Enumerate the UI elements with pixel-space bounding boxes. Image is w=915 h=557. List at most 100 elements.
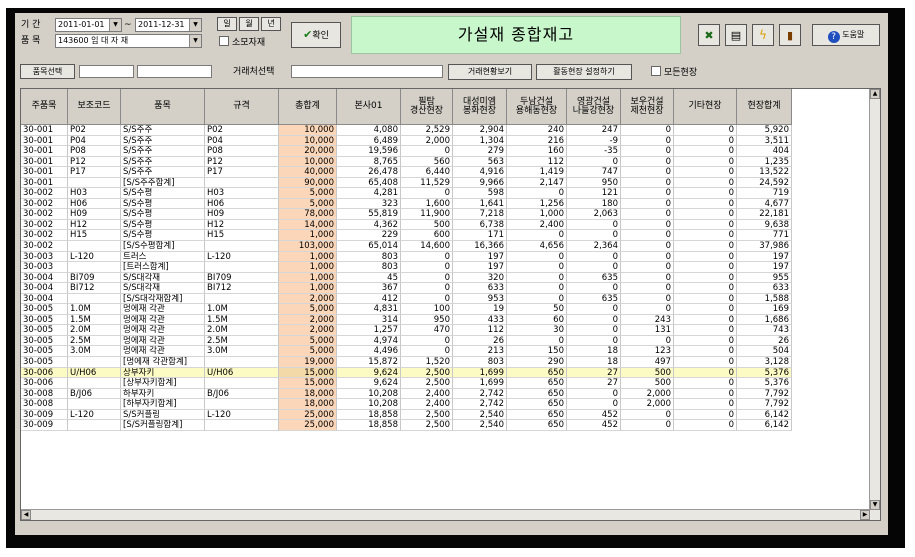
date-from-select[interactable]: 2011-01-01 ▼: [55, 18, 122, 32]
table-row[interactable]: 30-002 H06 S/S수평 H06 5,000 323 1,600 1,641 1,256…: [21, 198, 792, 210]
column-header[interactable]: 품목: [121, 89, 205, 125]
table-cell: 18,000: [279, 399, 337, 410]
column-header[interactable]: 대성미엠 봉화현장: [453, 89, 507, 125]
item-select-button[interactable]: 품목선택: [20, 64, 75, 79]
table-cell: 0: [674, 156, 737, 168]
horizontal-scrollbar[interactable]: ◀ ▶: [21, 509, 870, 520]
table-row[interactable]: 30-005 3.0M 멍에재 각관 3.0M 5,000 4,496 0 213 150 18 1…: [21, 346, 792, 358]
column-header[interactable]: 두남건설 용해동현장: [507, 89, 567, 125]
table-row[interactable]: 30-006 [상부자키합계] 15,000 9,624 2,500 1,699 650 27…: [21, 378, 792, 389]
table-row[interactable]: 30-001 P04 S/S주주 P04 10,000 6,489 2,000 1,304 21…: [21, 135, 792, 147]
table-cell: -35: [567, 146, 621, 157]
column-header[interactable]: 규격: [205, 89, 279, 125]
table-row[interactable]: 30-003 [트러스합계] 1,000 803 0 197 0 0 0 0 197: [21, 262, 792, 273]
period-day-button[interactable]: 일: [217, 17, 237, 31]
consumable-checkbox[interactable]: 소모자재: [219, 36, 265, 49]
table-cell: 26: [453, 335, 507, 347]
column-header[interactable]: 필탐 경산현장: [401, 89, 453, 125]
table-cell: 4,496: [337, 346, 401, 358]
period-month-button[interactable]: 월: [239, 17, 259, 31]
scroll-up-icon[interactable]: ▲: [870, 89, 880, 99]
table-row[interactable]: 30-005 1.5M 멍에재 각관 1.5M 2,000 314 950 433 60 0 243…: [21, 314, 792, 326]
table-row[interactable]: 30-008 [하부자키합계] 18,000 10,208 2,400 2,742 650 0…: [21, 399, 792, 410]
table-row[interactable]: 30-005 2.5M 멍에재 각관 2.5M 5,000 4,974 0 26 0 0 0 0 26: [21, 335, 792, 347]
column-header[interactable]: 보우건설 제천현장: [621, 89, 674, 125]
table-cell: 803: [453, 357, 507, 368]
chevron-down-icon[interactable]: ▼: [189, 35, 201, 47]
client-input[interactable]: [291, 65, 443, 78]
all-sites-checkbox-label: 모든현장: [664, 68, 698, 78]
table-cell: S/S수평: [121, 188, 205, 199]
scroll-right-icon[interactable]: ▶: [860, 510, 870, 520]
table-cell: 멍에재 각관: [121, 304, 205, 315]
column-header[interactable]: 현장합계: [737, 89, 792, 125]
table-cell: 112: [453, 325, 507, 336]
table-row[interactable]: 30-002 H09 S/S수평 H09 78,000 55,819 11,900 7,218…: [21, 209, 792, 220]
table-cell: 2,529: [401, 125, 453, 136]
column-header[interactable]: 보조코드: [68, 89, 121, 125]
all-sites-checkbox[interactable]: 모든현장: [651, 66, 697, 79]
print-icon[interactable]: ▤: [725, 24, 747, 46]
chevron-down-icon[interactable]: ▼: [189, 19, 201, 31]
table-cell: 4,281: [337, 188, 401, 199]
column-header[interactable]: 주품목: [21, 89, 68, 125]
table-row[interactable]: 30-001 [S/S주주합계] 90,000 65,408 11,529 9,966 2,…: [21, 177, 792, 189]
scroll-down-icon[interactable]: ▼: [870, 500, 880, 510]
table-row[interactable]: 30-008 B/J06 하부자키 B/J06 18,000 10,208 2,400 2,7…: [21, 388, 792, 400]
table-row[interactable]: 30-009 [S/S커플링합계] 25,000 18,858 2,500 2,540 65…: [21, 420, 792, 431]
table-row[interactable]: 30-006 U/H06 상부자키 U/H06 15,000 9,624 2,500 1,69…: [21, 367, 792, 379]
column-header[interactable]: 영광건설 나들강현장: [567, 89, 621, 125]
table-row[interactable]: 30-005 1.0M 멍에재 각관 1.0M 5,000 4,831 100 19 50 0 0 0…: [21, 304, 792, 315]
table-row[interactable]: 30-005 [멍에재 각관합계] 19,000 15,872 1,520 803 290 1…: [21, 357, 792, 368]
table-cell: 5,000: [279, 198, 337, 210]
table-row[interactable]: 30-001 P08 S/S주주 P08 20,000 19,596 0 279 160 -35 0…: [21, 146, 792, 157]
table-row[interactable]: 30-002 H15 S/S수평 H15 1,000 229 600 171 0 0 0 0 771: [21, 230, 792, 242]
table-cell: 0: [401, 346, 453, 358]
item-name-input[interactable]: [137, 65, 212, 78]
column-header[interactable]: 기타현장: [674, 89, 737, 125]
item-code-input[interactable]: [79, 65, 134, 78]
exit-icon[interactable]: ▮: [779, 24, 801, 46]
active-site-button[interactable]: 활동현장 설정하기: [536, 64, 632, 80]
vertical-scrollbar[interactable]: ▲ ▼: [869, 89, 880, 520]
category-select[interactable]: 143600 임 대 자 재 ▼: [55, 34, 202, 48]
help-button[interactable]: ? 도움말: [812, 24, 880, 46]
date-to-select[interactable]: 2011-12-31 ▼: [135, 18, 202, 32]
table-row[interactable]: 30-002 [S/S수평합계] 103,000 65,014 14,600 16,366…: [21, 241, 792, 252]
table-row[interactable]: 30-001 P12 S/S주주 P12 10,000 8,765 560 563 112 0 0 0…: [21, 156, 792, 168]
table-row[interactable]: 30-001 P02 S/S주주 P02 10,000 4,080 2,529 2,904 24…: [21, 125, 792, 136]
period-year-button[interactable]: 년: [261, 17, 281, 31]
inventory-table[interactable]: 주품목 보조코드 품목 규격 총합계 본사01 필탐 경산현장 대성미엠 봉화현장 두남건설 용…: [20, 88, 881, 521]
scroll-left-icon[interactable]: ◀: [21, 510, 31, 520]
table-cell: 0: [621, 177, 674, 189]
table-row[interactable]: 30-004 [S/S대각재합계] 2,000 412 0 953 0 635 0 0 1,588: [21, 293, 792, 305]
excel-icon[interactable]: ✖: [698, 24, 720, 46]
table-row[interactable]: 30-004 BI709 S/S대각재 BI709 1,000 45 0 320 0 635 0 0 9…: [21, 272, 792, 284]
lightning-icon[interactable]: ϟ: [752, 24, 774, 46]
column-header[interactable]: 총합계: [279, 89, 337, 125]
checkbox-box[interactable]: [651, 66, 661, 76]
table-cell: 229: [337, 230, 401, 242]
column-header[interactable]: 본사01: [337, 89, 401, 125]
table-cell: 433: [453, 314, 507, 326]
table-cell: S/S수평: [121, 230, 205, 242]
table-cell: 0: [401, 293, 453, 305]
table-cell: 30-006: [21, 378, 68, 389]
table-cell: H06: [205, 198, 279, 210]
table-cell: 0: [674, 251, 737, 263]
table-row[interactable]: 30-002 H12 S/S수평 H12 14,000 4,362 500 6,738 2,40…: [21, 219, 792, 231]
table-row[interactable]: 30-004 BI712 S/S대각재 BI712 1,000 367 0 633 0 0 0 0 63…: [21, 283, 792, 294]
confirm-button[interactable]: ✔확인: [291, 22, 341, 48]
table-row[interactable]: 30-002 H03 S/S수평 H03 5,000 4,281 0 598 0 121 0 0 719: [21, 188, 792, 199]
client-status-button[interactable]: 거래현황보기: [448, 64, 532, 80]
table-row[interactable]: 30-001 P17 S/S주주 P17 40,000 26,478 6,440 4,916 1…: [21, 167, 792, 178]
checkbox-box[interactable]: [219, 36, 229, 46]
table-cell: 14,000: [279, 219, 337, 231]
table-row[interactable]: 30-005 2.0M 멍에재 각관 2.0M 2,000 1,257 470 112 30 0 1…: [21, 325, 792, 336]
chevron-down-icon[interactable]: ▼: [109, 19, 121, 31]
table-cell: [205, 262, 279, 273]
table-row[interactable]: 30-009 L-120 S/S커플링 L-120 25,000 18,858 2,500 2…: [21, 409, 792, 421]
table-cell: 0: [507, 293, 567, 305]
table-row[interactable]: 30-003 L-120 트러스 L-120 1,000 803 0 197 0 0 0 0 197: [21, 251, 792, 263]
table-cell: 290: [507, 357, 567, 368]
